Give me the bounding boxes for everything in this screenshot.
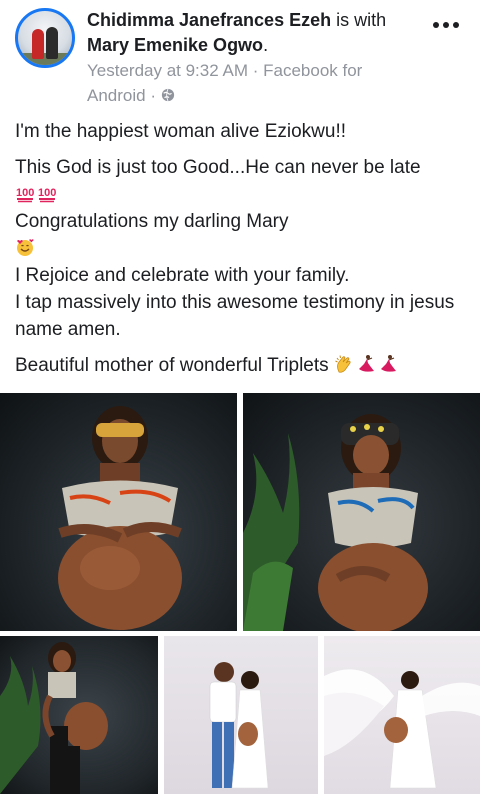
maternity-photo-5-art [324,669,480,789]
hundred-points-icon: 100 [16,187,34,203]
meta-separator-2: · [150,86,157,105]
maternity-photo-2-art [243,414,428,631]
author-name[interactable]: Chidimma Janefrances Ezeh [87,10,331,30]
post-line-2: This God is just too Good...He can never… [15,157,421,178]
clapping-hands-icon [335,355,351,373]
post-meta: Yesterday at 9:32 AM · Facebook for Andr… [87,58,417,108]
maternity-photo-1[interactable] [0,393,237,631]
svg-text:100: 100 [38,187,56,199]
maternity-photo-3-art [0,642,108,794]
post-line-3: Congratulations my darling Mary [15,211,289,232]
maternity-photo-4[interactable] [164,636,318,794]
post-header: Chidimma Janefrances Ezeh is with Mary E… [0,0,480,112]
hundred-emoji-row: 100 100 [15,181,470,208]
post-line-1: I'm the happiest woman alive Eziokwu!! [15,121,347,142]
post-line-6: Beautiful mother of wonderful Triplets [15,355,329,376]
smiling-hearts-emoji-row [15,235,470,262]
svg-text:100: 100 [16,187,34,199]
post-line-4: I Rejoice and celebrate with your family… [15,265,350,286]
meta-separator: · [252,61,259,80]
more-options-icon[interactable] [430,15,462,35]
post-header-text: Chidimma Janefrances Ezeh is with Mary E… [87,8,417,108]
maternity-photo-2[interactable] [243,393,480,631]
post-line-5: I tap massively into this awesome testim… [15,292,455,340]
smiling-face-with-hearts-icon [17,239,34,256]
dancer-icon [380,355,396,372]
maternity-photo-1-art [58,406,182,630]
maternity-photo-3[interactable] [0,636,158,794]
with-word: is with [336,10,387,30]
tagged-name[interactable]: Mary Emenike Ogwo [87,35,263,55]
author-avatar[interactable] [15,8,75,68]
period: . [263,35,269,55]
globe-icon [161,88,174,102]
hundred-points-icon: 100 [38,187,56,203]
post-timestamp[interactable]: Yesterday at 9:32 AM [87,61,248,80]
maternity-photo-5[interactable] [324,636,480,794]
post-body: I'm the happiest woman alive Eziokwu!! T… [15,118,470,379]
maternity-photo-4-art [209,662,269,789]
dancer-icon [358,355,374,372]
post-line-6-row: Beautiful mother of wonderful Triplets [15,352,470,379]
